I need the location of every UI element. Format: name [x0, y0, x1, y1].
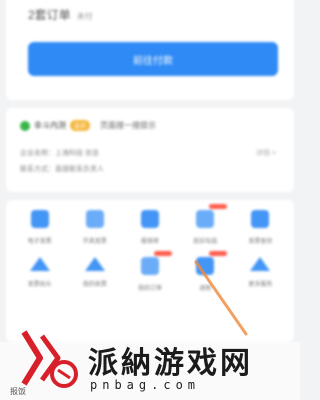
watermark-text: 派納游戏网 — [88, 346, 253, 381]
watermark-side-text: 报饭 — [10, 387, 26, 396]
watermark-logo-icon — [21, 330, 78, 388]
watermark-url: pnbag.com — [90, 378, 201, 392]
